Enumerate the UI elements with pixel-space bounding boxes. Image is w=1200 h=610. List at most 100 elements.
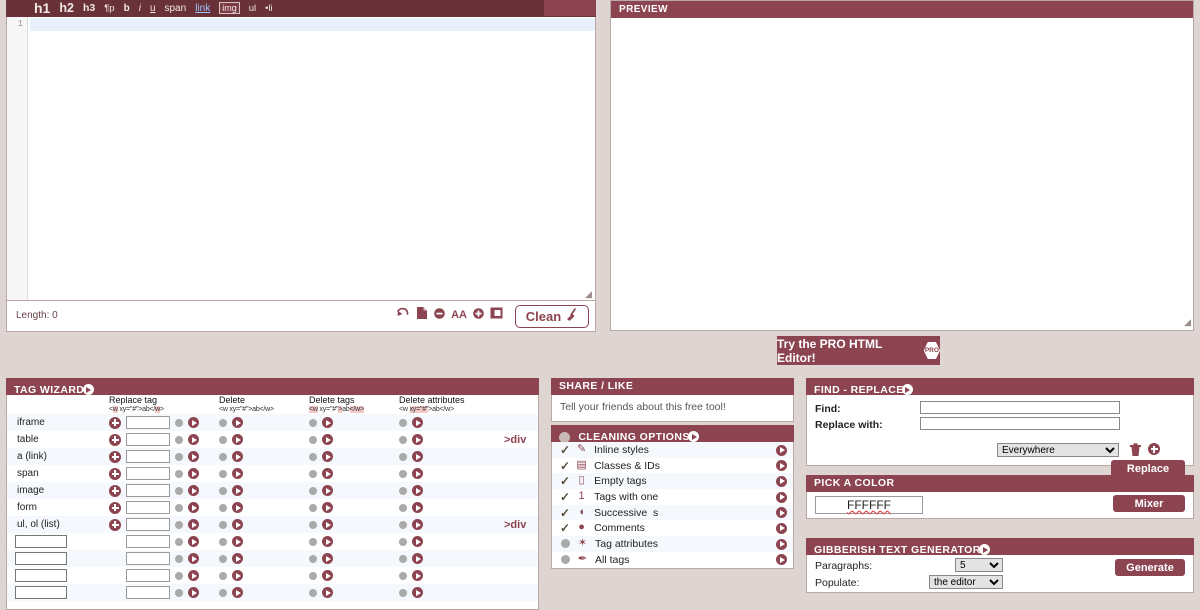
mixer-button[interactable]: Mixer [1113, 495, 1185, 512]
add-replace-icon[interactable] [109, 450, 121, 463]
cleaning-option-row[interactable]: ✓ ● Comments [552, 520, 793, 536]
delete-tags-cell-toggle[interactable] [309, 486, 317, 495]
replace-run-icon[interactable] [188, 434, 199, 445]
delete-tags-cell-run-icon[interactable] [322, 434, 333, 445]
replace-run-icon[interactable] [188, 587, 199, 598]
replace-input[interactable] [920, 417, 1120, 430]
replace-toggle[interactable] [175, 435, 183, 444]
editor-resize-grip[interactable]: ◢ [585, 290, 594, 299]
cleaning-option-run-icon[interactable] [776, 444, 787, 456]
replace-tag-input[interactable] [126, 467, 170, 480]
delete-tags-cell-toggle[interactable] [309, 537, 317, 546]
delete-tags-cell-toggle[interactable] [309, 435, 317, 444]
replace-run-icon[interactable] [188, 451, 199, 462]
delete-cell-toggle[interactable] [219, 554, 227, 563]
increase-font-icon[interactable] [473, 307, 484, 322]
undo-icon[interactable] [395, 306, 410, 323]
toolbar-span[interactable]: span [165, 3, 187, 14]
delete-attributes-cell-run-icon[interactable] [412, 468, 423, 479]
replace-tag-input[interactable] [126, 484, 170, 497]
add-rule-icon[interactable] [1148, 443, 1160, 455]
delete-cell-toggle[interactable] [219, 588, 227, 597]
gibberish-go-icon[interactable] [979, 544, 991, 555]
custom-tag-name-input[interactable] [15, 586, 67, 599]
delete-attributes-cell-run-icon[interactable] [412, 417, 423, 428]
generate-button[interactable]: Generate [1115, 559, 1185, 576]
delete-attributes-cell-toggle[interactable] [399, 571, 407, 580]
color-value-input[interactable]: FFFFFF [815, 496, 923, 514]
replace-tag-input[interactable] [126, 501, 170, 514]
delete-tags-cell-run-icon[interactable] [322, 570, 333, 581]
delete-cell-toggle[interactable] [219, 469, 227, 478]
delete-attributes-cell-run-icon[interactable] [412, 553, 423, 564]
unchecked-icon[interactable] [561, 555, 570, 565]
checked-icon[interactable]: ✓ [560, 444, 570, 456]
delete-attributes-cell-toggle[interactable] [399, 537, 407, 546]
clean-button[interactable]: Clean [515, 305, 589, 328]
delete-tags-cell-run-icon[interactable] [322, 417, 333, 428]
toolbar-h1[interactable]: h1 [34, 0, 50, 16]
custom-tag-name-input[interactable] [15, 535, 67, 548]
replace-toggle[interactable] [175, 469, 183, 478]
delete-cell-run-icon[interactable] [232, 468, 243, 479]
replace-tag-input[interactable] [126, 416, 170, 429]
add-replace-icon[interactable] [109, 416, 121, 429]
delete-cell-toggle[interactable] [219, 486, 227, 495]
replace-toggle[interactable] [175, 503, 183, 512]
delete-attributes-cell-run-icon[interactable] [412, 570, 423, 581]
cleaning-option-run-icon[interactable] [776, 491, 787, 503]
replace-tag-input[interactable] [126, 518, 170, 531]
fullscreen-icon[interactable] [490, 307, 503, 322]
toolbar-paragraph[interactable]: ¶p [104, 3, 114, 14]
cleaning-option-run-icon[interactable] [776, 538, 787, 550]
decrease-font-icon[interactable] [434, 307, 445, 322]
populate-select[interactable]: the editor [929, 575, 1003, 589]
delete-attributes-cell-toggle[interactable] [399, 435, 407, 444]
delete-tags-cell-toggle[interactable] [309, 469, 317, 478]
replace-toggle[interactable] [175, 554, 183, 563]
delete-cell-run-icon[interactable] [232, 502, 243, 513]
add-replace-icon[interactable] [109, 518, 121, 531]
delete-cell-toggle[interactable] [219, 520, 227, 529]
cleaning-option-run-icon[interactable] [776, 460, 787, 472]
delete-cell-run-icon[interactable] [232, 451, 243, 462]
add-replace-icon[interactable] [109, 484, 121, 497]
delete-tags-cell-run-icon[interactable] [322, 553, 333, 564]
delete-tags-cell-toggle[interactable] [309, 571, 317, 580]
replace-toggle[interactable] [175, 537, 183, 546]
cleaning-option-row[interactable]: ✓ ▤ Classes & IDs [552, 458, 793, 474]
delete-attributes-cell-run-icon[interactable] [412, 502, 423, 513]
toolbar-h3[interactable]: h3 [83, 2, 95, 14]
delete-attributes-cell-toggle[interactable] [399, 503, 407, 512]
toolbar-italic[interactable]: i [139, 3, 141, 14]
replace-tag-input[interactable] [126, 552, 170, 565]
replace-toggle[interactable] [175, 486, 183, 495]
delete-attributes-cell-toggle[interactable] [399, 554, 407, 563]
find-input[interactable] [920, 401, 1120, 414]
delete-cell-run-icon[interactable] [232, 519, 243, 530]
replace-run-icon[interactable] [188, 485, 199, 496]
toolbar-image[interactable]: img [219, 2, 240, 14]
delete-cell-run-icon[interactable] [232, 553, 243, 564]
custom-tag-name-input[interactable] [15, 552, 67, 565]
delete-tags-cell-toggle[interactable] [309, 520, 317, 529]
delete-cell-toggle[interactable] [219, 571, 227, 580]
replace-run-icon[interactable] [188, 536, 199, 547]
toolbar-bold[interactable]: b [124, 3, 130, 14]
cleaning-option-row[interactable]: ✓ ✎ Inline styles [552, 442, 793, 458]
delete-tags-cell-run-icon[interactable] [322, 519, 333, 530]
add-replace-icon[interactable] [109, 501, 121, 514]
scope-select[interactable]: Everywhere [997, 443, 1119, 457]
cleaning-option-run-icon[interactable] [776, 475, 787, 487]
delete-attributes-cell-run-icon[interactable] [412, 519, 423, 530]
replace-toggle[interactable] [175, 588, 183, 597]
cleaning-option-run-icon[interactable] [776, 507, 787, 519]
cleaning-option-run-icon[interactable] [776, 554, 787, 566]
replace-run-icon[interactable] [188, 468, 199, 479]
cleaning-option-row[interactable]: ✓ ▯ Empty tags [552, 473, 793, 490]
delete-attributes-cell-toggle[interactable] [399, 469, 407, 478]
checked-icon[interactable]: ✓ [560, 507, 570, 519]
delete-tags-cell-run-icon[interactable] [322, 451, 333, 462]
trash-icon[interactable] [1129, 443, 1142, 460]
replace-run-icon[interactable] [188, 570, 199, 581]
